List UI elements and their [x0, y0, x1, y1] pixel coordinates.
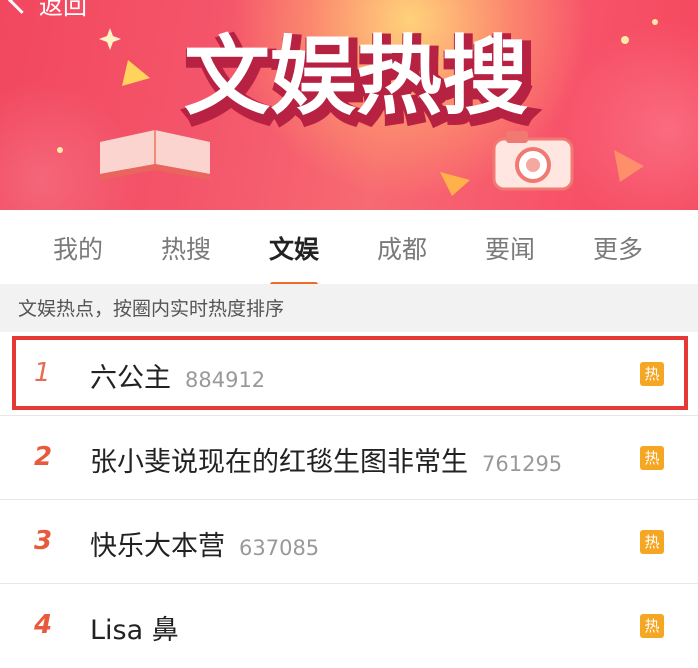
hot-badge: 热 [640, 530, 664, 554]
search-term: 六公主 884912 [90, 363, 266, 394]
list-item[interactable]: 2 张小斐说现在的红毯生图非常生 761295 热 [0, 416, 698, 500]
hot-badge: 热 [640, 446, 664, 470]
hot-badge: 热 [640, 614, 664, 638]
tab-hot-search[interactable]: 热搜 [136, 230, 236, 270]
tab-entertainment[interactable]: 文娱 [244, 230, 344, 287]
tab-more[interactable]: 更多 [568, 230, 668, 270]
search-term: Lisa 鼻 [90, 615, 179, 646]
heat-count: 637085 [239, 536, 320, 560]
hot-badge: 热 [640, 362, 664, 386]
rank-number: 1 [34, 358, 51, 388]
tab-chengdu[interactable]: 成都 [352, 230, 452, 270]
banner: 返回 文娱热搜 文娱热搜 [0, 0, 698, 210]
list-item[interactable]: 3 快乐大本营 637085 热 [0, 500, 698, 584]
list-item[interactable]: 1 六公主 884912 热 [0, 332, 698, 416]
sparkle-decorations [57, 19, 658, 196]
list-item[interactable]: 4 Lisa 鼻 热 [0, 584, 698, 668]
search-term: 张小斐说现在的红毯生图非常生 761295 [90, 447, 563, 478]
rank-number: 4 [34, 610, 53, 640]
heat-count: 884912 [185, 368, 266, 392]
rank-number: 3 [34, 526, 53, 556]
rank-number: 2 [34, 442, 53, 472]
section-subheading: 文娱热点，按圈内实时热度排序 [0, 284, 698, 332]
tab-mine[interactable]: 我的 [28, 230, 128, 270]
tab-bar: 我的 热搜 文娱 成都 要闻 更多 [0, 210, 698, 287]
heat-count: 761295 [482, 452, 563, 476]
search-term: 快乐大本营 637085 [90, 531, 320, 562]
tab-news[interactable]: 要闻 [460, 230, 560, 270]
